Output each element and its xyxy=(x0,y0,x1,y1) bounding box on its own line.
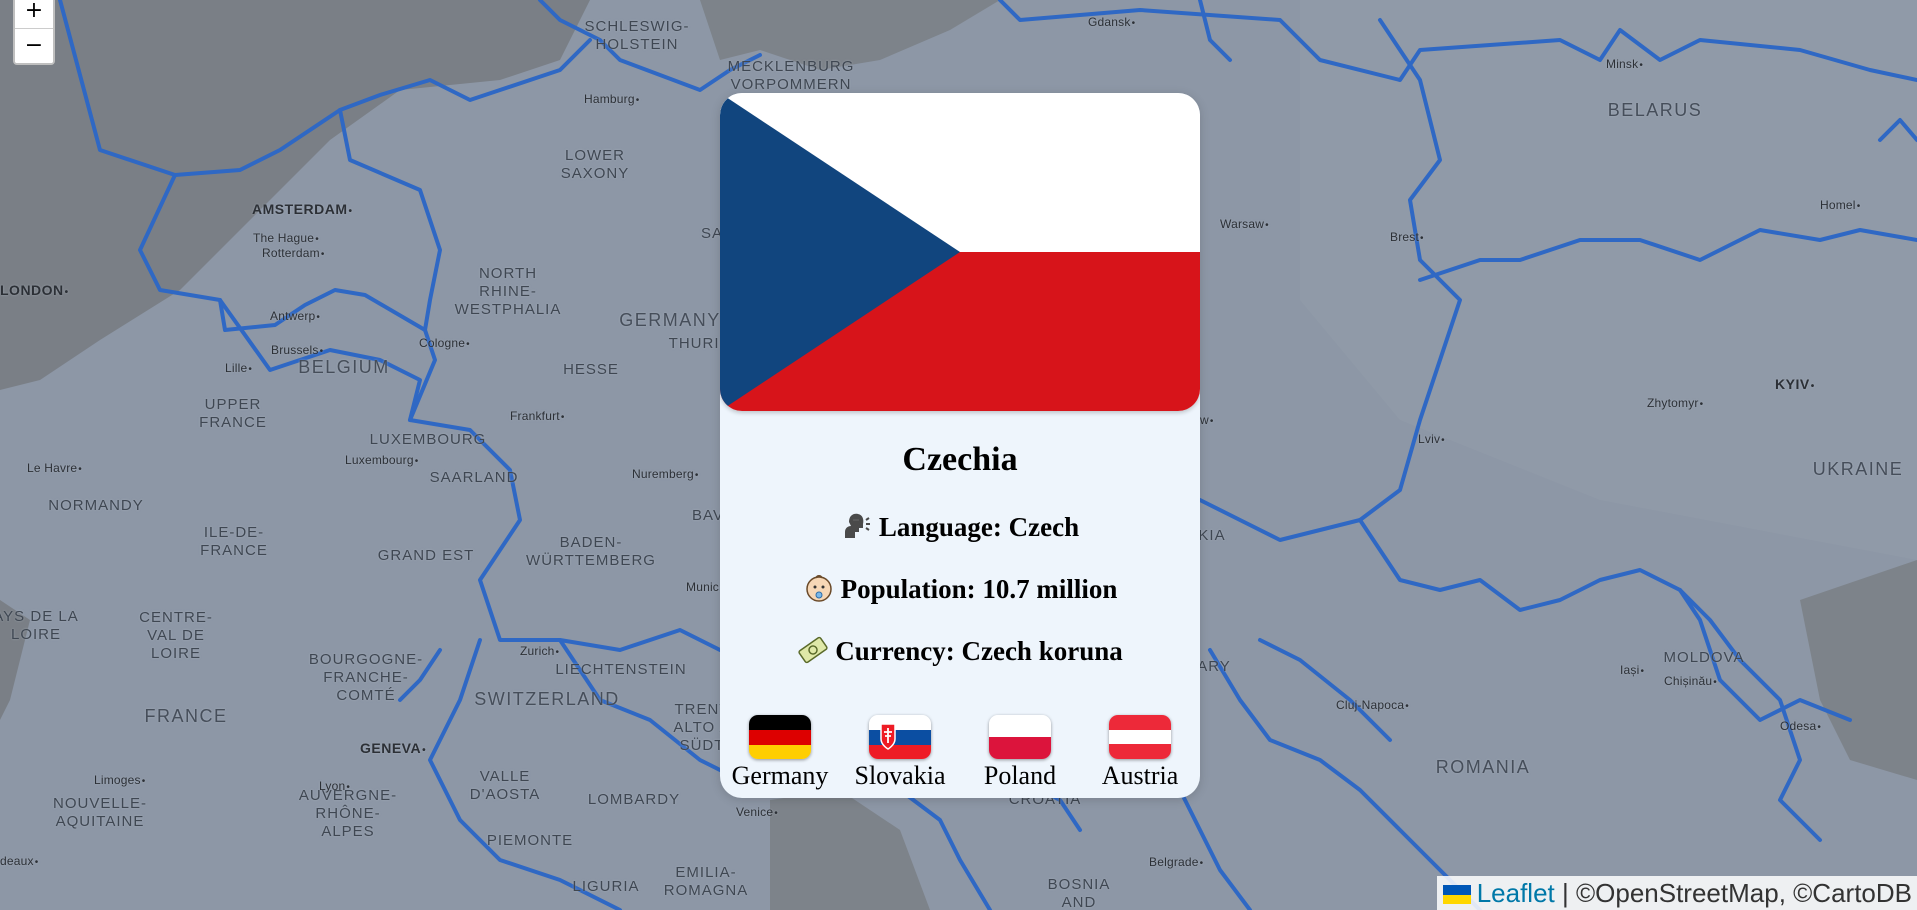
map-label-city: Chișinău xyxy=(1664,672,1717,692)
austria-flag-icon xyxy=(1109,715,1171,759)
map-label-city: Lille xyxy=(225,359,252,379)
map-label-city: Brest xyxy=(1390,228,1424,248)
map-label-city: Venice xyxy=(736,803,778,823)
map-label-region: SCHLESWIG- HOLSTEIN xyxy=(584,18,690,53)
speaking-head-icon xyxy=(844,513,870,538)
map-label-city: Homel xyxy=(1820,196,1860,216)
map-label-region: PIEMONTE xyxy=(486,832,574,849)
neighbor-slovakia[interactable]: Slovakia xyxy=(840,715,960,791)
map-label-city: AMSTERDAM xyxy=(252,200,353,221)
map-label-city: deaux xyxy=(0,852,38,872)
map-label-region: ARY xyxy=(1197,658,1231,675)
map-label-country: SWITZERLAND xyxy=(474,689,620,709)
country-card: Czechia Language: Czech Population: 10.7… xyxy=(720,93,1200,798)
map-label-city: Lyon xyxy=(319,777,350,797)
neighbor-label: Germany xyxy=(731,761,829,790)
map-label-city: Antwerp xyxy=(270,307,320,327)
neighbor-list: Germany Slovakia Poland Austria xyxy=(720,715,1200,795)
attribution-text: | ©OpenStreetMap, ©CartoDB xyxy=(1554,878,1912,908)
map-label-city: w xyxy=(1200,411,1214,431)
map-label-city: KYIV xyxy=(1775,375,1815,396)
map-label-city: Rotterdam xyxy=(262,244,325,264)
map-label-region: SAARLAND xyxy=(429,469,519,486)
poland-flag-icon xyxy=(989,715,1051,759)
map-label-region: KIA xyxy=(1198,527,1226,544)
map-label-country: FRANCE xyxy=(144,706,228,726)
map-label-region: HESSE xyxy=(563,361,619,378)
slovakia-flag-icon xyxy=(869,715,931,759)
map-label-city: Le Havre xyxy=(27,459,82,479)
map-label-region: BADEN- WÜRTTEMBERG xyxy=(526,534,656,569)
map-label-city: Frankfurt xyxy=(510,407,565,427)
baby-icon xyxy=(805,575,832,602)
map-label-city: Zurich xyxy=(520,642,559,662)
map-label-city: Minsk xyxy=(1606,55,1643,75)
map-label-region: LIGURIA xyxy=(572,878,640,895)
map-label-city: Gdansk xyxy=(1088,13,1135,33)
map-label-region: ILE-DE- FRANCE xyxy=(200,524,268,559)
map-label-region: NOUVELLE- AQUITAINE xyxy=(52,795,148,830)
map-label-country: BELARUS xyxy=(1607,100,1703,120)
neighbor-label: Slovakia xyxy=(854,761,946,790)
map-label-region: LOMBARDY xyxy=(587,791,681,808)
currency-text: Currency: Czech koruna xyxy=(835,636,1123,666)
country-name: Czechia xyxy=(902,441,1018,478)
currency-row: Currency: Czech koruna xyxy=(720,634,1200,667)
neighbor-poland[interactable]: Poland xyxy=(960,715,1080,791)
map-label-region: CENTRE- VAL DE LOIRE xyxy=(139,609,213,662)
population-row: Population: 10.7 million xyxy=(720,572,1200,605)
language-text: Language: Czech xyxy=(878,512,1080,542)
map-label-region: BOURGOGNE- FRANCHE- COMTÉ xyxy=(308,651,424,704)
map-label-region: MOLDOVA xyxy=(1663,649,1745,666)
map-label-region: GRAND EST xyxy=(377,547,475,564)
map-label-city: LONDON xyxy=(0,281,69,302)
map-label-city: Lviv xyxy=(1418,430,1445,450)
map-label-city: Cologne xyxy=(419,334,470,354)
map-label-country: ROMANIA xyxy=(1435,757,1531,777)
map-label-region: LIECHTENSTEIN xyxy=(555,661,687,678)
map-label-city: Odesa xyxy=(1780,717,1821,737)
map-label-city: Belgrade xyxy=(1149,853,1203,873)
neighbor-germany[interactable]: Germany xyxy=(720,715,840,791)
map-label-city: Zhytomyr xyxy=(1647,394,1703,414)
zoom-in-button[interactable]: + xyxy=(15,0,53,28)
map-label-city: Hamburg xyxy=(584,90,639,110)
map[interactable]: SCHLESWIG- HOLSTEIN MECKLENBURG VORPOMMERN… xyxy=(0,0,1917,910)
map-label-city: Warsaw xyxy=(1220,215,1269,235)
map-label-region: NORMANDY xyxy=(48,497,144,514)
map-label-city: Nuremberg xyxy=(632,465,699,485)
ukraine-flag-icon xyxy=(1442,885,1471,904)
map-label-region: MECKLENBURG VORPOMMERN xyxy=(727,58,855,93)
map-label-region: AYS DE LA LOIRE xyxy=(0,608,79,643)
map-label-city: Brussels xyxy=(271,341,323,361)
map-label-region: UPPER FRANCE xyxy=(199,396,267,431)
map-label-city: Iași xyxy=(1620,661,1644,681)
map-attribution: Leaflet | ©OpenStreetMap, ©CartoDB xyxy=(1436,876,1917,910)
leaflet-link[interactable]: Leaflet xyxy=(1477,878,1555,908)
map-label-region: EMILIA- ROMAGNA xyxy=(663,864,749,899)
map-label-region: LOWER SAXONY xyxy=(560,147,630,182)
czechia-flag xyxy=(720,93,1200,411)
banknote-icon xyxy=(798,636,828,664)
germany-flag-icon xyxy=(749,715,811,759)
zoom-out-button[interactable]: − xyxy=(15,28,53,63)
map-label-region: LUXEMBOURG xyxy=(369,431,487,448)
zoom-control: + − xyxy=(13,0,55,65)
population-text: Population: 10.7 million xyxy=(840,574,1118,604)
map-label-city: GENEVA xyxy=(360,739,426,760)
map-label-region: VALLE D'AOSTA xyxy=(469,768,541,803)
map-label-country: UKRAINE xyxy=(1812,459,1904,479)
map-label-city: Limoges xyxy=(94,771,145,791)
map-label-region: BOSNIA AND xyxy=(1047,876,1111,910)
map-label-city: Luxembourg xyxy=(345,451,418,471)
neighbor-austria[interactable]: Austria xyxy=(1080,715,1200,791)
map-label-country: GERMANY xyxy=(619,310,721,330)
neighbor-label: Austria xyxy=(1101,761,1179,790)
neighbor-label: Poland xyxy=(983,761,1057,790)
map-label-city: Cluj-Napoca xyxy=(1336,696,1409,716)
map-label-region: NORTH RHINE- WESTPHALIA xyxy=(454,265,562,318)
language-row: Language: Czech xyxy=(720,510,1200,543)
map-label-city: Munic xyxy=(686,578,724,598)
